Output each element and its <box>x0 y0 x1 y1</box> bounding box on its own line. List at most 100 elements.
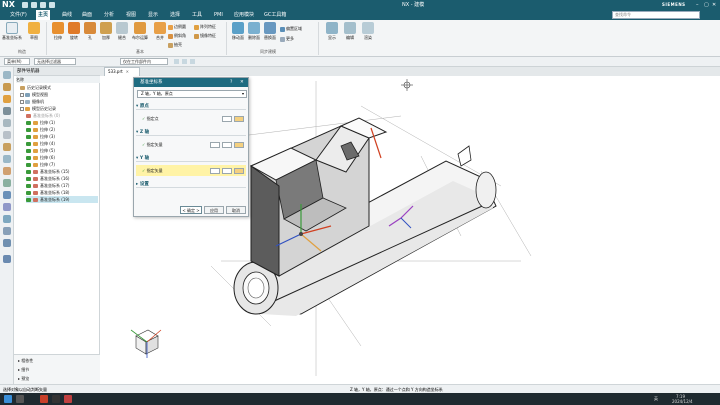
datum-csys-button[interactable]: 基准坐标系 <box>2 22 22 41</box>
assembly-navigator-icon[interactable] <box>3 71 11 79</box>
menu-select[interactable]: 选择 <box>168 10 182 20</box>
tree-item-feature[interactable]: 拉伸 (7) <box>26 161 55 168</box>
column-header-name[interactable]: 名称 <box>16 76 100 83</box>
input-method[interactable]: 英 <box>654 393 658 405</box>
start-icon[interactable] <box>4 395 12 403</box>
dependencies-panel-header[interactable]: ▸ 相依性 <box>18 357 33 364</box>
teamcenter-icon[interactable] <box>3 215 11 223</box>
reverse-direction-icon[interactable] <box>210 168 220 174</box>
cancel-button[interactable]: 取消 <box>226 206 246 214</box>
tree-item-feature[interactable]: 基准坐标系 (17) <box>26 182 69 189</box>
tree-item-feature[interactable]: 拉伸 (1) <box>26 119 55 126</box>
mirror-feature-button[interactable]: 镜像特征 <box>194 33 216 39</box>
menu-surface[interactable]: 曲面 <box>80 10 94 20</box>
origin-point-row[interactable]: ✓ 指定点 <box>136 113 246 124</box>
search-icon[interactable] <box>16 395 24 403</box>
window-switch-icon[interactable] <box>49 2 55 8</box>
close-icon[interactable]: ✕ <box>240 78 244 87</box>
menu-applications[interactable]: 应用模块 <box>232 10 256 20</box>
replace-face-button[interactable]: 替换面 <box>260 22 280 41</box>
knowledge-icon[interactable] <box>3 227 11 235</box>
section-origin[interactable]: ▾ 原点 <box>136 103 246 110</box>
reverse-direction-icon[interactable] <box>210 142 220 148</box>
journal-icon[interactable] <box>3 255 11 263</box>
taskbar-app-icon[interactable] <box>40 395 48 403</box>
shell-button[interactable]: 抽壳 <box>168 42 182 48</box>
tree-item-feature[interactable]: 基准坐标系 (18) <box>26 189 69 196</box>
tree-item-cameras[interactable]: 摄像机 <box>20 98 44 105</box>
tree-item-feature[interactable]: 拉伸 (4) <box>26 140 55 147</box>
tree-item-feature[interactable]: 基准坐标系 (15) <box>26 168 69 175</box>
sketch-button[interactable]: 草图 <box>24 22 44 41</box>
unite-button[interactable]: 合并 <box>150 22 170 41</box>
render-button[interactable]: 渲染 <box>358 22 378 41</box>
constraint-navigator-icon[interactable] <box>3 83 11 91</box>
tree-item-feature[interactable]: 基准坐标系 (16) <box>26 175 69 182</box>
reuse-library-icon[interactable] <box>3 107 11 115</box>
process-studio-icon[interactable] <box>3 155 11 163</box>
close-tab-icon[interactable]: ✕ <box>126 69 129 74</box>
redo-icon[interactable] <box>40 2 46 8</box>
section-settings[interactable]: ▸ 设置 <box>136 181 246 188</box>
snap-point-icon[interactable] <box>174 59 179 64</box>
system-scenes-icon[interactable] <box>3 179 11 187</box>
offset-region-button[interactable]: 偏置区域 <box>280 26 302 32</box>
z-vector-row[interactable]: ✓ 指定矢量 <box>136 139 246 150</box>
edit-button[interactable]: 编辑 <box>340 22 360 41</box>
taskbar-app-icon[interactable] <box>64 395 72 403</box>
menu-gc-toolkit[interactable]: GC工具箱 <box>262 10 288 20</box>
tree-item-feature[interactable]: 拉伸 (6) <box>26 154 55 161</box>
clock-icon[interactable] <box>3 203 11 211</box>
document-tab[interactable]: 533.prt ✕ <box>104 67 140 76</box>
boolean-button[interactable]: 布尔运算 <box>130 22 150 41</box>
save-icon[interactable] <box>22 2 28 8</box>
inferred-point-icon[interactable] <box>234 116 244 122</box>
close-icon[interactable]: ✕ <box>712 1 716 9</box>
more-button[interactable]: 更多 <box>280 36 294 42</box>
menu-view[interactable]: 视图 <box>124 10 138 20</box>
hd3d-tools-icon[interactable] <box>3 119 11 127</box>
details-panel-header[interactable]: ▸ 细节 <box>18 366 29 373</box>
snap-end-icon[interactable] <box>182 59 187 64</box>
show-button[interactable]: 显示 <box>322 22 342 41</box>
vector-dialog-icon[interactable] <box>222 168 232 174</box>
chamfer-button[interactable]: 倒斜角 <box>168 33 186 39</box>
collapse-icon[interactable] <box>20 107 24 111</box>
web-browser-icon[interactable] <box>3 131 11 139</box>
expand-icon[interactable] <box>20 100 24 104</box>
undo-icon[interactable] <box>31 2 37 8</box>
taskbar-app-icon[interactable] <box>52 395 60 403</box>
edge-blend-button[interactable]: 边倒圆 <box>168 24 186 30</box>
menu-analysis[interactable]: 分析 <box>102 10 116 20</box>
pattern-feature-button[interactable]: 阵列特征 <box>194 24 216 30</box>
section-z-axis[interactable]: ▾ Z 轴 <box>136 129 246 136</box>
maximize-icon[interactable]: ▢ <box>704 1 709 9</box>
type-filter-combo[interactable]: 无选择过滤器 <box>34 58 76 65</box>
minimize-icon[interactable]: – <box>696 1 699 9</box>
view-triad[interactable] <box>130 329 162 358</box>
point-dialog-icon[interactable] <box>222 116 232 122</box>
menu-file[interactable]: 文件(F) <box>8 10 29 20</box>
snap-mid-icon[interactable] <box>190 59 195 64</box>
type-select[interactable]: Z 轴，Y 轴，原点 ▾ <box>137 90 247 98</box>
help-icon[interactable]: ? <box>230 78 232 87</box>
tree-item-model-views[interactable]: 模型视图 <box>20 91 48 98</box>
part-navigator-icon[interactable] <box>3 95 11 103</box>
ok-button[interactable]: < 确定 > <box>180 206 202 214</box>
inferred-vector-icon[interactable] <box>234 142 244 148</box>
inferred-vector-icon[interactable] <box>234 168 244 174</box>
solid-body[interactable] <box>233 117 497 316</box>
tree-item-feature-selected[interactable]: 基准坐标系 (19) <box>26 196 98 203</box>
palette-icon[interactable] <box>3 191 11 199</box>
roles-icon[interactable] <box>3 167 11 175</box>
menu-pmi[interactable]: PMI <box>212 10 225 20</box>
preview-panel-header[interactable]: ▸ 预览 <box>18 375 29 382</box>
expand-icon[interactable] <box>20 93 24 97</box>
tree-item-feature[interactable]: 拉伸 (2) <box>26 126 55 133</box>
command-search-input[interactable]: 查找命令 <box>612 11 700 19</box>
vector-dialog-icon[interactable] <box>222 142 232 148</box>
menu-tools[interactable]: 工具 <box>190 10 204 20</box>
tree-item-feature[interactable]: 拉伸 (3) <box>26 133 55 140</box>
analysis-icon[interactable] <box>3 239 11 247</box>
tree-item-history-mode[interactable]: 历史记录模式 <box>20 84 51 91</box>
